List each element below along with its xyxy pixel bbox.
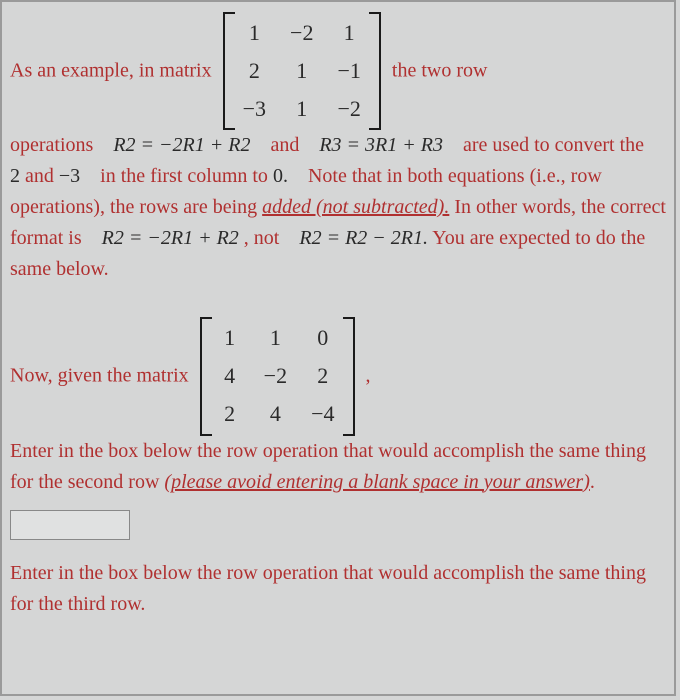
cell: −4 [311,397,334,431]
text-underlined: added (not subtracted). [262,196,449,218]
text: , not [244,227,280,249]
cell: 1 [220,321,240,355]
text: used to convert the [492,134,644,156]
bracket-right [343,317,355,435]
text: . [590,471,595,493]
cell: 2 [311,359,334,393]
matrix-example: 1 −2 1 2 1 −1 −3 1 −2 [223,12,381,130]
text: in the first column to [100,165,268,187]
bracket-left [223,12,235,130]
cell: −1 [337,54,360,88]
cell: −2 [290,16,313,50]
num: 2 [10,165,20,187]
cell: 4 [220,359,240,393]
cell: 2 [220,397,240,431]
text: , [366,365,371,387]
num: −3 [59,165,80,187]
num: 0. [273,165,288,187]
text: the two row [392,60,488,82]
text: operations [10,134,93,156]
cell: 0 [311,321,334,355]
answer-input-row2[interactable] [10,510,130,540]
cell: 1 [243,16,266,50]
row-op-2: R3 = 3R1 + R3 [319,134,443,156]
cell: 1 [290,54,313,88]
cell: −2 [264,359,287,393]
cell: −3 [243,92,266,126]
matrix-body: 1 1 0 4 −2 2 2 4 −4 [212,317,343,435]
cell: 1 [337,16,360,50]
cell: −2 [337,92,360,126]
text: are [463,134,487,156]
paragraph-1: As an example, in matrix 1 −2 1 2 1 −1 −… [10,12,666,285]
matrix-body: 1 −2 1 2 1 −1 −3 1 −2 [235,12,369,130]
text: Now, given the matrix [10,365,189,387]
text-underlined: (please avoid entering a blank space in … [164,471,589,493]
row-op-wrong: R2 = R2 − 2R1. [299,227,428,249]
row-op-1: R2 = −2R1 + R2 [113,134,250,156]
text: and [270,134,299,156]
row-op-correct: R2 = −2R1 + R2 [102,227,239,249]
bracket-right [369,12,381,130]
text: Enter in the box below the row operation… [10,562,646,615]
cell: 4 [264,397,287,431]
cell: 2 [243,54,266,88]
text-intro: As an example, in matrix [10,60,212,82]
matrix-given: 1 1 0 4 −2 2 2 4 −4 [200,317,355,435]
paragraph-2: Now, given the matrix 1 1 0 4 −2 2 2 4 −… [10,317,666,497]
cell: 1 [290,92,313,126]
bracket-left [200,317,212,435]
cell: 1 [264,321,287,355]
text: and [25,165,54,187]
paragraph-3: Enter in the box below the row operation… [10,558,666,620]
